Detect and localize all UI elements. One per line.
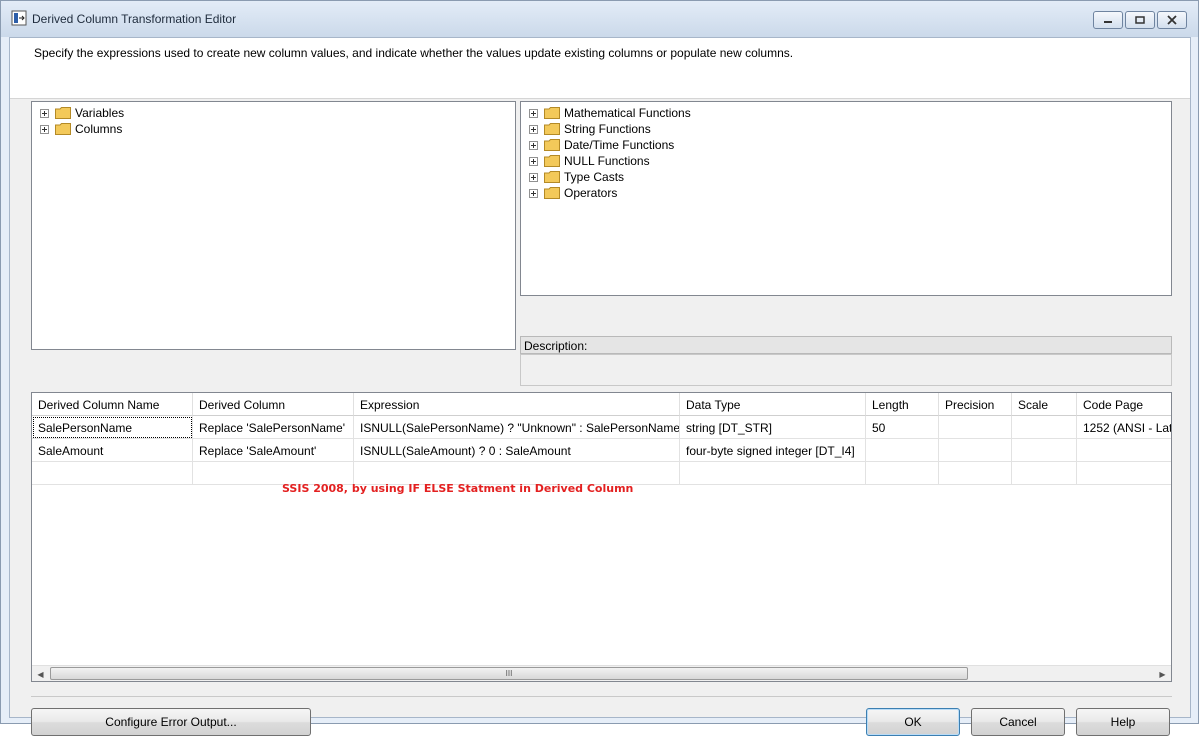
- expression-cell[interactable]: ISNULL(SaleAmount) ? 0 : SaleAmount: [354, 439, 680, 462]
- restore-button[interactable]: [1125, 11, 1155, 29]
- folder-icon: [544, 155, 560, 167]
- grid-header-row: Derived Column Name Derived Column Expre…: [32, 393, 1171, 416]
- window-title: Derived Column Transformation Editor: [32, 12, 237, 26]
- column-header[interactable]: Derived Column: [193, 393, 354, 416]
- tree-item-label: Variables: [75, 106, 125, 120]
- minimize-button[interactable]: [1093, 11, 1123, 29]
- table-row[interactable]: SaleAmount Replace 'SaleAmount' ISNULL(S…: [32, 439, 1171, 462]
- tree-item-type-casts[interactable]: Type Casts: [529, 169, 1171, 185]
- dialog-window: Derived Column Transformation Editor Spe…: [0, 0, 1199, 736]
- tree-item-mathematical-functions[interactable]: Mathematical Functions: [529, 105, 1171, 121]
- editor-content: Variables Columns Mathematical Functions: [10, 98, 1190, 736]
- scale-cell[interactable]: [1012, 416, 1077, 439]
- folder-icon: [544, 171, 560, 183]
- column-header[interactable]: Code Page: [1077, 393, 1171, 416]
- expand-icon[interactable]: [529, 140, 538, 150]
- tree-item-label: NULL Functions: [564, 154, 650, 168]
- scroll-grip-label: III: [505, 669, 513, 678]
- folder-icon: [544, 123, 560, 135]
- column-header[interactable]: Precision: [939, 393, 1012, 416]
- data-type-cell[interactable]: four-byte signed integer [DT_I4]: [680, 439, 866, 462]
- tree-item-null-functions[interactable]: NULL Functions: [529, 153, 1171, 169]
- tree-item-label: Type Casts: [564, 170, 625, 184]
- folder-icon: [55, 123, 71, 135]
- derived-column-cell[interactable]: Replace 'SaleAmount': [193, 439, 354, 462]
- derived-column-grid[interactable]: Derived Column Name Derived Column Expre…: [31, 392, 1172, 682]
- divider: [31, 696, 1172, 697]
- variables-columns-tree[interactable]: Variables Columns: [31, 101, 516, 350]
- code-page-cell[interactable]: [1077, 439, 1171, 462]
- column-header[interactable]: Length: [866, 393, 939, 416]
- expand-icon[interactable]: [529, 108, 538, 118]
- folder-icon: [544, 139, 560, 151]
- scale-cell[interactable]: [1012, 439, 1077, 462]
- expand-icon[interactable]: [40, 124, 49, 134]
- functions-tree[interactable]: Mathematical Functions String Functions …: [520, 101, 1172, 296]
- data-type-cell[interactable]: [680, 462, 866, 485]
- tree-item-columns[interactable]: Columns: [40, 121, 515, 137]
- precision-cell[interactable]: [939, 462, 1012, 485]
- derived-column-cell[interactable]: Replace 'SalePersonName': [193, 416, 354, 439]
- scale-cell[interactable]: [1012, 462, 1077, 485]
- minimize-icon: [1104, 21, 1112, 23]
- folder-icon: [544, 187, 560, 199]
- title-bar[interactable]: Derived Column Transformation Editor: [1, 1, 1198, 37]
- tree-item-label: Date/Time Functions: [564, 138, 675, 152]
- cancel-button[interactable]: Cancel: [971, 708, 1065, 736]
- folder-icon: [55, 107, 71, 119]
- scroll-left-icon[interactable]: ◀: [32, 666, 49, 681]
- close-icon: [1167, 15, 1177, 25]
- folder-icon: [544, 107, 560, 119]
- column-header[interactable]: Scale: [1012, 393, 1077, 416]
- derived-column-name-cell[interactable]: SaleAmount: [32, 439, 193, 462]
- derived-column-name-cell[interactable]: [32, 462, 193, 485]
- tree-item-variables[interactable]: Variables: [40, 105, 515, 121]
- scroll-thumb[interactable]: III: [50, 667, 968, 680]
- description-label: Description:: [520, 336, 1172, 354]
- tree-item-label: Operators: [564, 186, 618, 200]
- column-header[interactable]: Expression: [354, 393, 680, 416]
- restore-icon: [1135, 16, 1145, 24]
- data-type-cell[interactable]: string [DT_STR]: [680, 416, 866, 439]
- expand-icon[interactable]: [529, 124, 538, 134]
- length-cell[interactable]: [866, 462, 939, 485]
- table-row[interactable]: SalePersonName Replace 'SalePersonName' …: [32, 416, 1171, 439]
- ok-button[interactable]: OK: [866, 708, 960, 736]
- expand-icon[interactable]: [529, 156, 538, 166]
- derived-column-app-icon: [11, 10, 27, 26]
- column-header[interactable]: Data Type: [680, 393, 866, 416]
- code-page-cell[interactable]: [1077, 462, 1171, 485]
- dialog-client-area: Specify the expressions used to create n…: [9, 37, 1191, 736]
- tree-item-label: Mathematical Functions: [564, 106, 691, 120]
- length-cell[interactable]: 50: [866, 416, 939, 439]
- instruction-text: Specify the expressions used to create n…: [34, 46, 794, 60]
- expand-icon[interactable]: [529, 188, 538, 198]
- precision-cell[interactable]: [939, 416, 1012, 439]
- close-button[interactable]: [1157, 11, 1187, 29]
- column-header[interactable]: Derived Column Name: [32, 393, 193, 416]
- scroll-right-icon[interactable]: ▶: [1154, 666, 1171, 681]
- derived-column-name-cell[interactable]: SalePersonName: [32, 416, 193, 439]
- configure-error-output-button[interactable]: Configure Error Output...: [31, 708, 311, 736]
- description-box: [520, 354, 1172, 386]
- help-button[interactable]: Help: [1076, 708, 1170, 736]
- expand-icon[interactable]: [529, 172, 538, 182]
- expression-cell[interactable]: ISNULL(SalePersonName) ? "Unknown" : Sal…: [354, 416, 680, 439]
- tree-item-label: Columns: [75, 122, 123, 136]
- horizontal-scrollbar[interactable]: ◀ III ▶: [32, 665, 1171, 681]
- annotation-text: SSIS 2008, by using IF ELSE Statment in …: [282, 482, 634, 495]
- precision-cell[interactable]: [939, 439, 1012, 462]
- tree-item-string-functions[interactable]: String Functions: [529, 121, 1171, 137]
- tree-item-operators[interactable]: Operators: [529, 185, 1171, 201]
- tree-item-datetime-functions[interactable]: Date/Time Functions: [529, 137, 1171, 153]
- tree-item-label: String Functions: [564, 122, 651, 136]
- length-cell[interactable]: [866, 439, 939, 462]
- code-page-cell[interactable]: 1252 (ANSI - Lat: [1077, 416, 1171, 439]
- expand-icon[interactable]: [40, 108, 49, 118]
